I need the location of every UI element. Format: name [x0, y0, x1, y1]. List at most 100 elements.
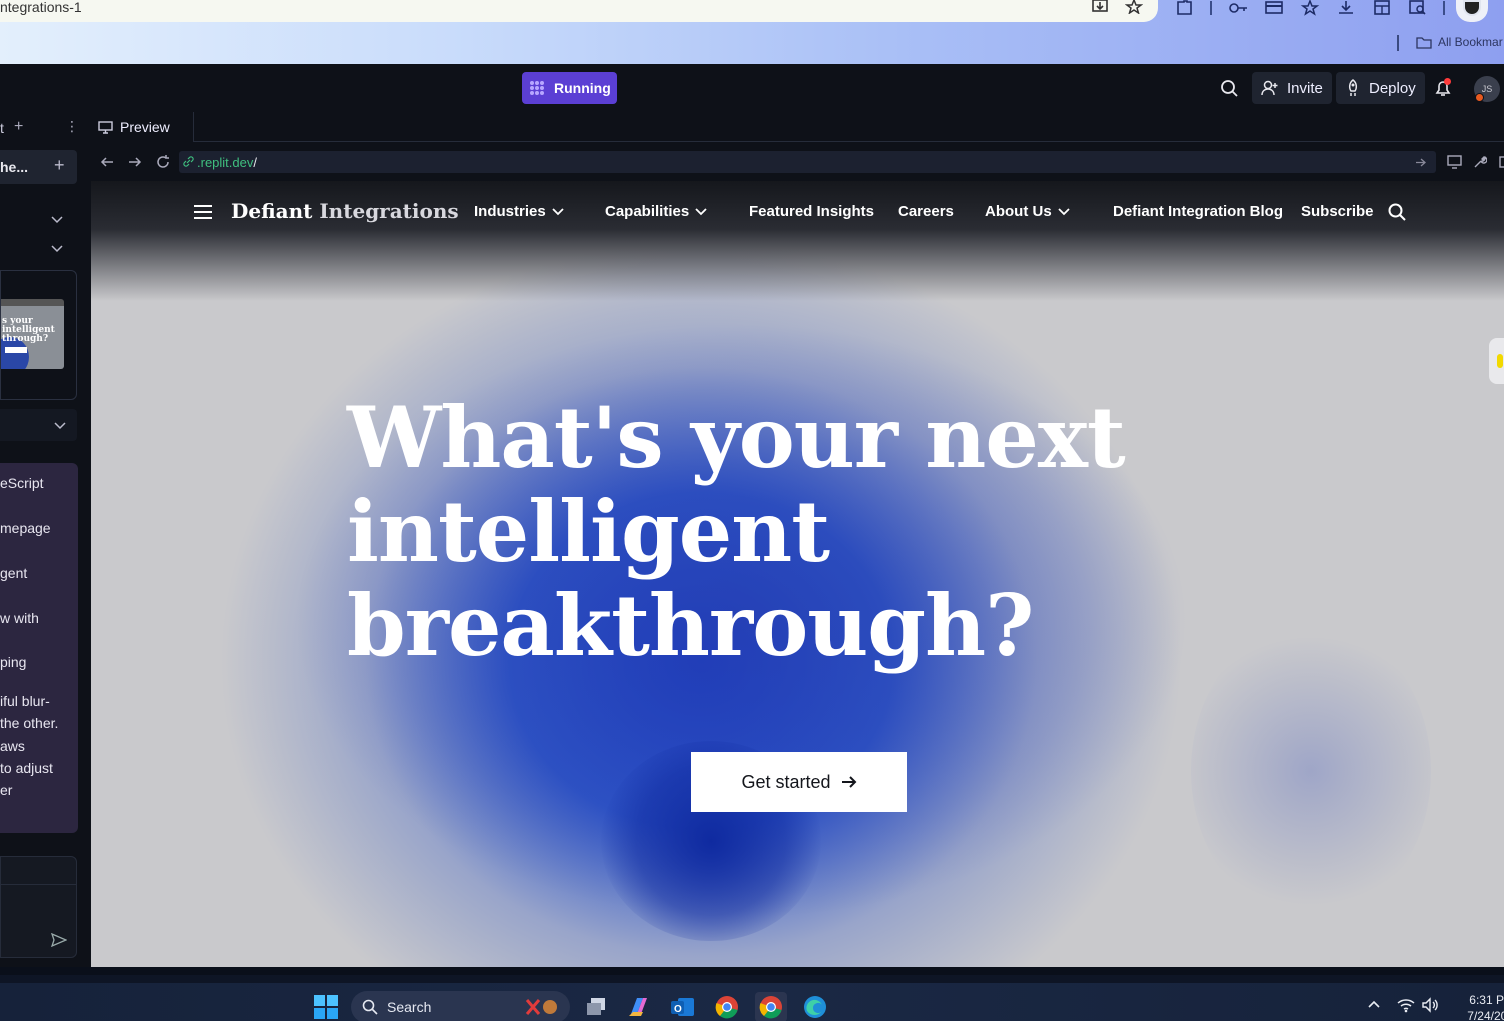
- chat-thread-row[interactable]: he... +: [0, 150, 77, 184]
- volume-icon[interactable]: [1422, 997, 1440, 1013]
- nav-careers-label: Careers: [898, 203, 954, 220]
- chrome-active-icon[interactable]: [755, 992, 787, 1021]
- preview-thumbnail-card[interactable]: s your intelligent through?: [0, 270, 77, 400]
- nav-about-us[interactable]: About Us: [985, 203, 1070, 220]
- nav-industries[interactable]: Industries: [474, 203, 564, 220]
- get-started-label: Get started: [741, 771, 831, 792]
- all-bookmarks-label: All Bookmar: [1438, 35, 1503, 49]
- bookmark-star-icon[interactable]: [1125, 0, 1143, 16]
- link-icon: [183, 156, 194, 167]
- nav-industries-label: Industries: [474, 203, 546, 220]
- app-grid-icon[interactable]: [1372, 0, 1392, 16]
- nav-subscribe-label: Subscribe: [1301, 203, 1374, 220]
- left-panel: t + ⋮ he... + s your intelligent through…: [0, 112, 91, 967]
- hero-line: What's your next: [347, 388, 1126, 487]
- message-line: ping: [0, 654, 27, 670]
- chevron-down-icon[interactable]: [50, 212, 64, 226]
- tab-preview[interactable]: Preview: [91, 112, 194, 142]
- run-grid-icon: [530, 81, 544, 95]
- password-key-icon[interactable]: [1228, 0, 1248, 16]
- site-search-icon[interactable]: [1388, 203, 1406, 221]
- user-avatar[interactable]: JS: [1474, 76, 1500, 102]
- toolbar-separator: [1443, 1, 1445, 15]
- avatar-initials: JS: [1481, 84, 1493, 94]
- extensions-icon[interactable]: [1175, 0, 1195, 16]
- monitor-icon: [98, 120, 113, 134]
- side-widget-handle[interactable]: [1489, 338, 1504, 384]
- tray-chevron-up-icon[interactable]: [1367, 998, 1381, 1012]
- brand-name-part1: Defiant: [231, 199, 313, 223]
- lens-search-icon[interactable]: [1408, 0, 1428, 16]
- send-icon[interactable]: [51, 933, 67, 947]
- site-navigation: Defiant Integrations Industries Capabili…: [91, 181, 1504, 243]
- device-preview-icon[interactable]: [1447, 155, 1462, 169]
- new-chat-plus-icon[interactable]: +: [54, 155, 65, 176]
- invite-button[interactable]: Invite: [1252, 72, 1332, 104]
- search-icon: [362, 999, 378, 1015]
- nav-blog[interactable]: Defiant Integration Blog: [1113, 203, 1283, 220]
- taskbar-search-box[interactable]: Search: [351, 991, 570, 1021]
- toolbar-separator: [1210, 1, 1212, 15]
- chevron-down-icon[interactable]: [50, 241, 64, 255]
- get-started-button[interactable]: Get started: [691, 752, 907, 812]
- hamburger-menu-icon[interactable]: [194, 205, 212, 219]
- favorites-star-icon[interactable]: [1300, 0, 1320, 16]
- hero-line: intelligent: [347, 482, 830, 581]
- devtools-wrench-icon[interactable]: [1473, 155, 1487, 169]
- chevron-down-icon: [695, 207, 707, 215]
- forward-arrow-icon[interactable]: [128, 155, 142, 169]
- profile-avatar-icon[interactable]: [1456, 0, 1488, 22]
- site-logo[interactable]: Defiant Integrations: [231, 199, 459, 223]
- preview-url-input[interactable]: .replit.dev/: [179, 151, 1436, 173]
- browser-tab-title: ntegrations-1: [0, 0, 82, 15]
- outlook-icon[interactable]: O: [667, 992, 699, 1021]
- reload-icon[interactable]: [156, 155, 170, 169]
- chat-input-box[interactable]: [0, 856, 77, 958]
- downloads-icon[interactable]: [1336, 0, 1356, 16]
- deploy-label: Deploy: [1369, 79, 1416, 97]
- search-highlight-icon: [525, 999, 557, 1015]
- chevron-down-icon: [552, 207, 564, 215]
- task-view-icon[interactable]: [580, 992, 612, 1021]
- edge-icon[interactable]: [799, 992, 831, 1021]
- browser-chrome: ntegrations-1 All Bookmar: [0, 0, 1504, 64]
- windows-start-icon[interactable]: [314, 995, 338, 1019]
- wifi-icon[interactable]: [1397, 997, 1415, 1013]
- system-clock[interactable]: 6:31 PM 7/24/202: [1454, 992, 1504, 1021]
- invite-label: Invite: [1287, 79, 1323, 97]
- agent-message-card: eScript mepage gent w with ping iful blu…: [0, 463, 78, 833]
- chrome-icon[interactable]: [711, 992, 743, 1021]
- run-button[interactable]: Running: [522, 72, 617, 104]
- browser-address-bar[interactable]: ntegrations-1: [0, 0, 1158, 22]
- taskbar-search-label: Search: [387, 999, 432, 1015]
- deploy-button[interactable]: Deploy: [1336, 72, 1425, 104]
- payment-card-icon[interactable]: [1264, 0, 1284, 16]
- nav-careers[interactable]: Careers: [898, 203, 954, 220]
- open-new-tab-icon[interactable]: [1499, 155, 1504, 169]
- message-line: gent: [0, 565, 28, 581]
- nav-featured-insights[interactable]: Featured Insights: [749, 203, 874, 220]
- back-arrow-icon[interactable]: [100, 155, 114, 169]
- hero-heading: What's your next intelligent breakthroug…: [347, 391, 1247, 673]
- agent-tab-label[interactable]: t: [0, 120, 4, 136]
- chevron-down-icon[interactable]: [53, 418, 67, 432]
- brand-name-part2: Integrations: [319, 199, 459, 223]
- new-tab-plus-icon[interactable]: +: [14, 119, 28, 135]
- more-options-icon[interactable]: ⋮: [65, 119, 79, 133]
- all-bookmarks-folder[interactable]: All Bookmar: [1416, 35, 1503, 49]
- clock-date: 7/24/202: [1467, 1009, 1504, 1021]
- install-app-icon[interactable]: [1092, 0, 1110, 16]
- run-button-label: Running: [554, 80, 611, 96]
- preview-thumbnail-image: s your intelligent through?: [1, 299, 64, 369]
- nav-subscribe[interactable]: Subscribe: [1301, 203, 1374, 220]
- chevron-down-icon: [1058, 207, 1070, 215]
- go-arrow-icon[interactable]: [1415, 157, 1426, 168]
- notifications-bell-icon[interactable]: [1433, 78, 1455, 100]
- nav-capabilities[interactable]: Capabilities: [605, 203, 707, 220]
- collapsible-section-row[interactable]: [0, 409, 77, 441]
- copilot-icon[interactable]: [623, 992, 655, 1021]
- url-path: /: [253, 155, 257, 170]
- search-icon[interactable]: [1220, 79, 1240, 99]
- url-host: .replit.dev: [197, 155, 254, 170]
- preview-url-bar: .replit.dev/: [91, 142, 1504, 181]
